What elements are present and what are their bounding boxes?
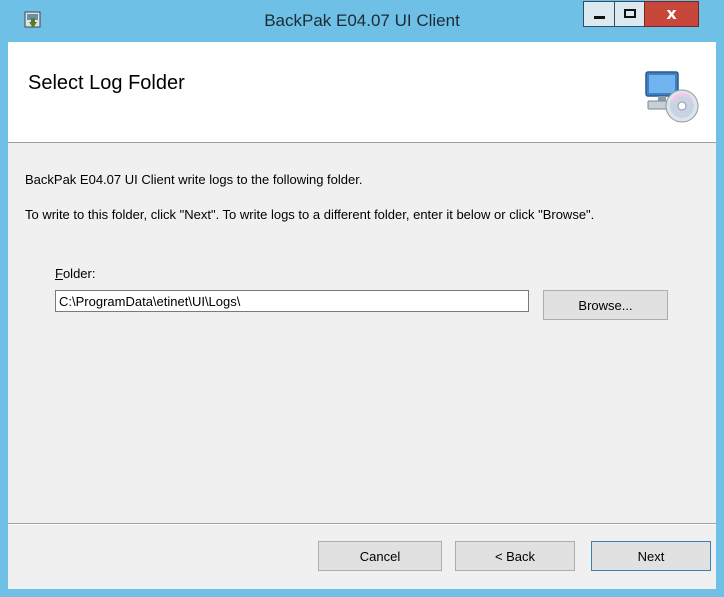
computer-disc-icon [642, 66, 702, 126]
maximize-button[interactable] [614, 1, 645, 27]
dialog-client-area: Select Log Folder BackPak E04.07 UI Clie… [8, 42, 716, 589]
description-text: BackPak E04.07 UI Client write logs to t… [25, 172, 363, 187]
close-button[interactable]: x [644, 1, 699, 27]
cancel-button[interactable]: Cancel [318, 541, 442, 571]
folder-path-input[interactable] [55, 290, 529, 312]
browse-button[interactable]: Browse... [543, 290, 668, 320]
instructions-text: To write to this folder, click "Next". T… [25, 207, 595, 222]
back-button[interactable]: < Back [455, 541, 575, 571]
installer-window: BackPak E04.07 UI Client x Select Log Fo… [0, 0, 724, 597]
page-title: Select Log Folder [28, 72, 185, 94]
folder-label-accelerator: F [55, 266, 63, 281]
header-banner: Select Log Folder [8, 42, 716, 143]
folder-label-text: older: [62, 266, 96, 281]
footer-divider-highlight [8, 524, 716, 525]
next-button[interactable]: Next [591, 541, 711, 571]
folder-label: Folder: [55, 266, 95, 281]
minimize-button[interactable] [583, 1, 615, 27]
title-bar[interactable]: BackPak E04.07 UI Client x [0, 0, 724, 42]
minimize-icon [594, 16, 605, 19]
maximize-icon [624, 9, 636, 18]
close-icon: x [666, 4, 677, 23]
